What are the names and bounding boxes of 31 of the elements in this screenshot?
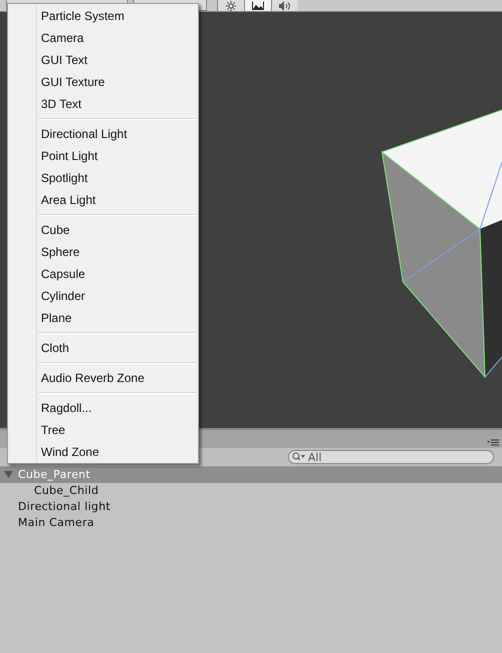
menu-item[interactable]: 3D Text	[8, 93, 198, 115]
menu-item[interactable]: Wind Zone	[8, 441, 198, 463]
menu-item[interactable]: Ragdoll...	[8, 397, 198, 419]
menu-item[interactable]: Sphere	[8, 241, 198, 263]
hierarchy-item[interactable]: Directional light	[0, 499, 502, 515]
menu-item[interactable]: Spotlight	[8, 167, 198, 189]
menu-item[interactable]: Point Light	[8, 145, 198, 167]
menu-item[interactable]: Audio Reverb Zone	[8, 367, 198, 389]
hierarchy-item[interactable]: Cube_Child	[0, 483, 502, 499]
image-toggle[interactable]	[244, 0, 271, 11]
menu-item[interactable]: Capsule	[8, 263, 198, 285]
image-icon	[252, 1, 264, 10]
audio-toggle[interactable]	[271, 0, 298, 11]
menu-item[interactable]: GUI Texture	[8, 71, 198, 93]
menu-item[interactable]: Directional Light	[8, 123, 198, 145]
search-icon	[292, 452, 305, 461]
menu-item[interactable]: Area Light	[8, 189, 198, 211]
lighting-toggle[interactable]	[217, 0, 244, 11]
search-field[interactable]: All	[288, 450, 494, 464]
panel-menu-icon[interactable]	[487, 439, 499, 446]
hierarchy-item[interactable]: Main Camera	[0, 515, 502, 531]
menu-item[interactable]: Cylinder	[8, 285, 198, 307]
menu-item[interactable]: GUI Text	[8, 49, 198, 71]
menu-item[interactable]: Plane	[8, 307, 198, 329]
menu-item[interactable]: Camera	[8, 27, 198, 49]
speaker-icon	[278, 0, 292, 10]
menu-item[interactable]: Tree	[8, 419, 198, 441]
sun-icon	[225, 0, 237, 10]
menu-item[interactable]: Cloth	[8, 337, 198, 359]
menu-item[interactable]: Particle System	[8, 5, 198, 27]
menu-item[interactable]: Cube	[8, 219, 198, 241]
